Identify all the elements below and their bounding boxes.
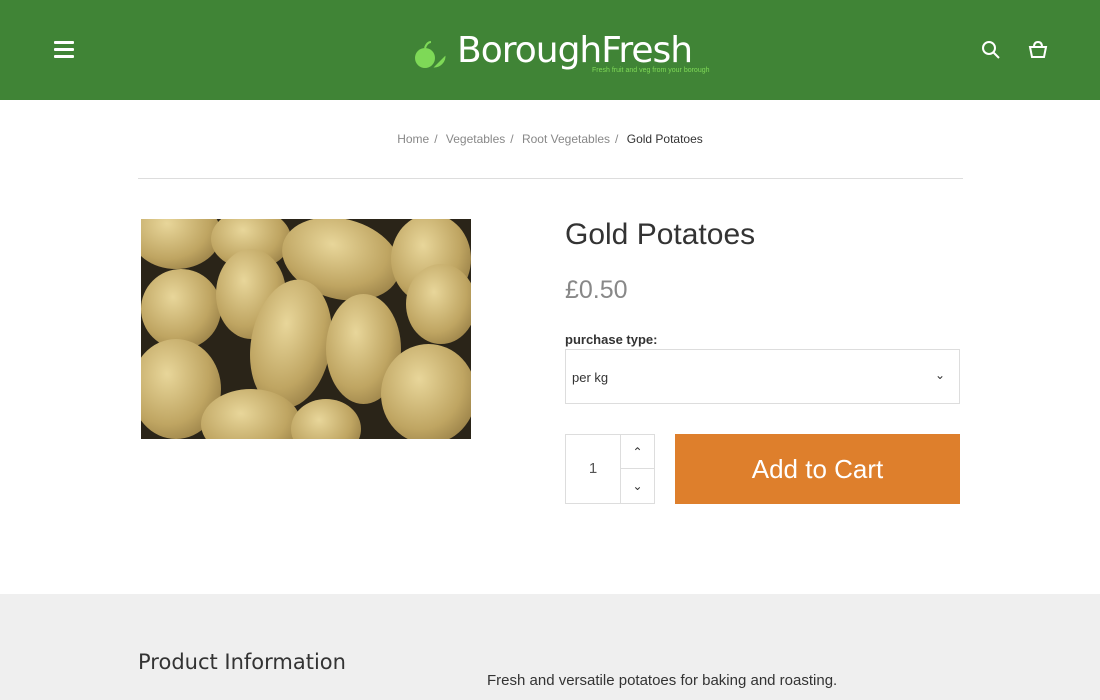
quantity-stepper: 1 ⌃ ⌄ [565,434,655,504]
logo[interactable]: BoroughFresh Fresh fruit and veg from yo… [412,30,710,80]
menu-icon[interactable] [54,41,74,59]
product-price: £0.50 [565,276,628,304]
shopping-bag-icon[interactable] [1028,40,1048,60]
search-icon[interactable] [981,40,1001,60]
divider [138,178,963,179]
product-image [141,219,471,439]
purchase-type-label: purchase type: [565,332,658,347]
decrement-button[interactable]: ⌄ [621,469,654,503]
logo-tagline: Fresh fruit and veg from your borough [592,67,710,74]
breadcrumb-root-vegetables[interactable]: Root Vegetables [522,132,610,146]
breadcrumb: Home / Vegetables / Root Vegetables / Gold … [397,132,703,146]
purchase-type-select[interactable]: per kg ⌄ [565,349,960,404]
add-to-cart-button[interactable]: Add to Cart [675,434,960,504]
increment-button[interactable]: ⌃ [621,435,654,469]
product-title: Gold Potatoes [565,218,756,251]
breadcrumb-current: Gold Potatoes [626,132,703,146]
logo-fruit-icon [415,41,447,69]
product-information-section: Product Information Fresh and versatile … [0,594,1100,700]
chevron-down-icon: ⌄ [632,479,643,493]
logo-text: BoroughFresh [457,30,693,71]
breadcrumb-home[interactable]: Home [397,132,429,146]
product-description: Fresh and versatile potatoes for baking … [487,672,838,689]
chevron-down-icon: ⌄ [934,368,945,382]
chevron-up-icon: ⌃ [632,445,643,459]
quantity-input[interactable]: 1 [566,435,621,503]
product-information-heading: Product Information [138,650,346,674]
breadcrumb-vegetables[interactable]: Vegetables [446,132,505,146]
purchase-type-value: per kg [572,370,609,385]
site-header: BoroughFresh Fresh fruit and veg from yo… [0,0,1100,100]
